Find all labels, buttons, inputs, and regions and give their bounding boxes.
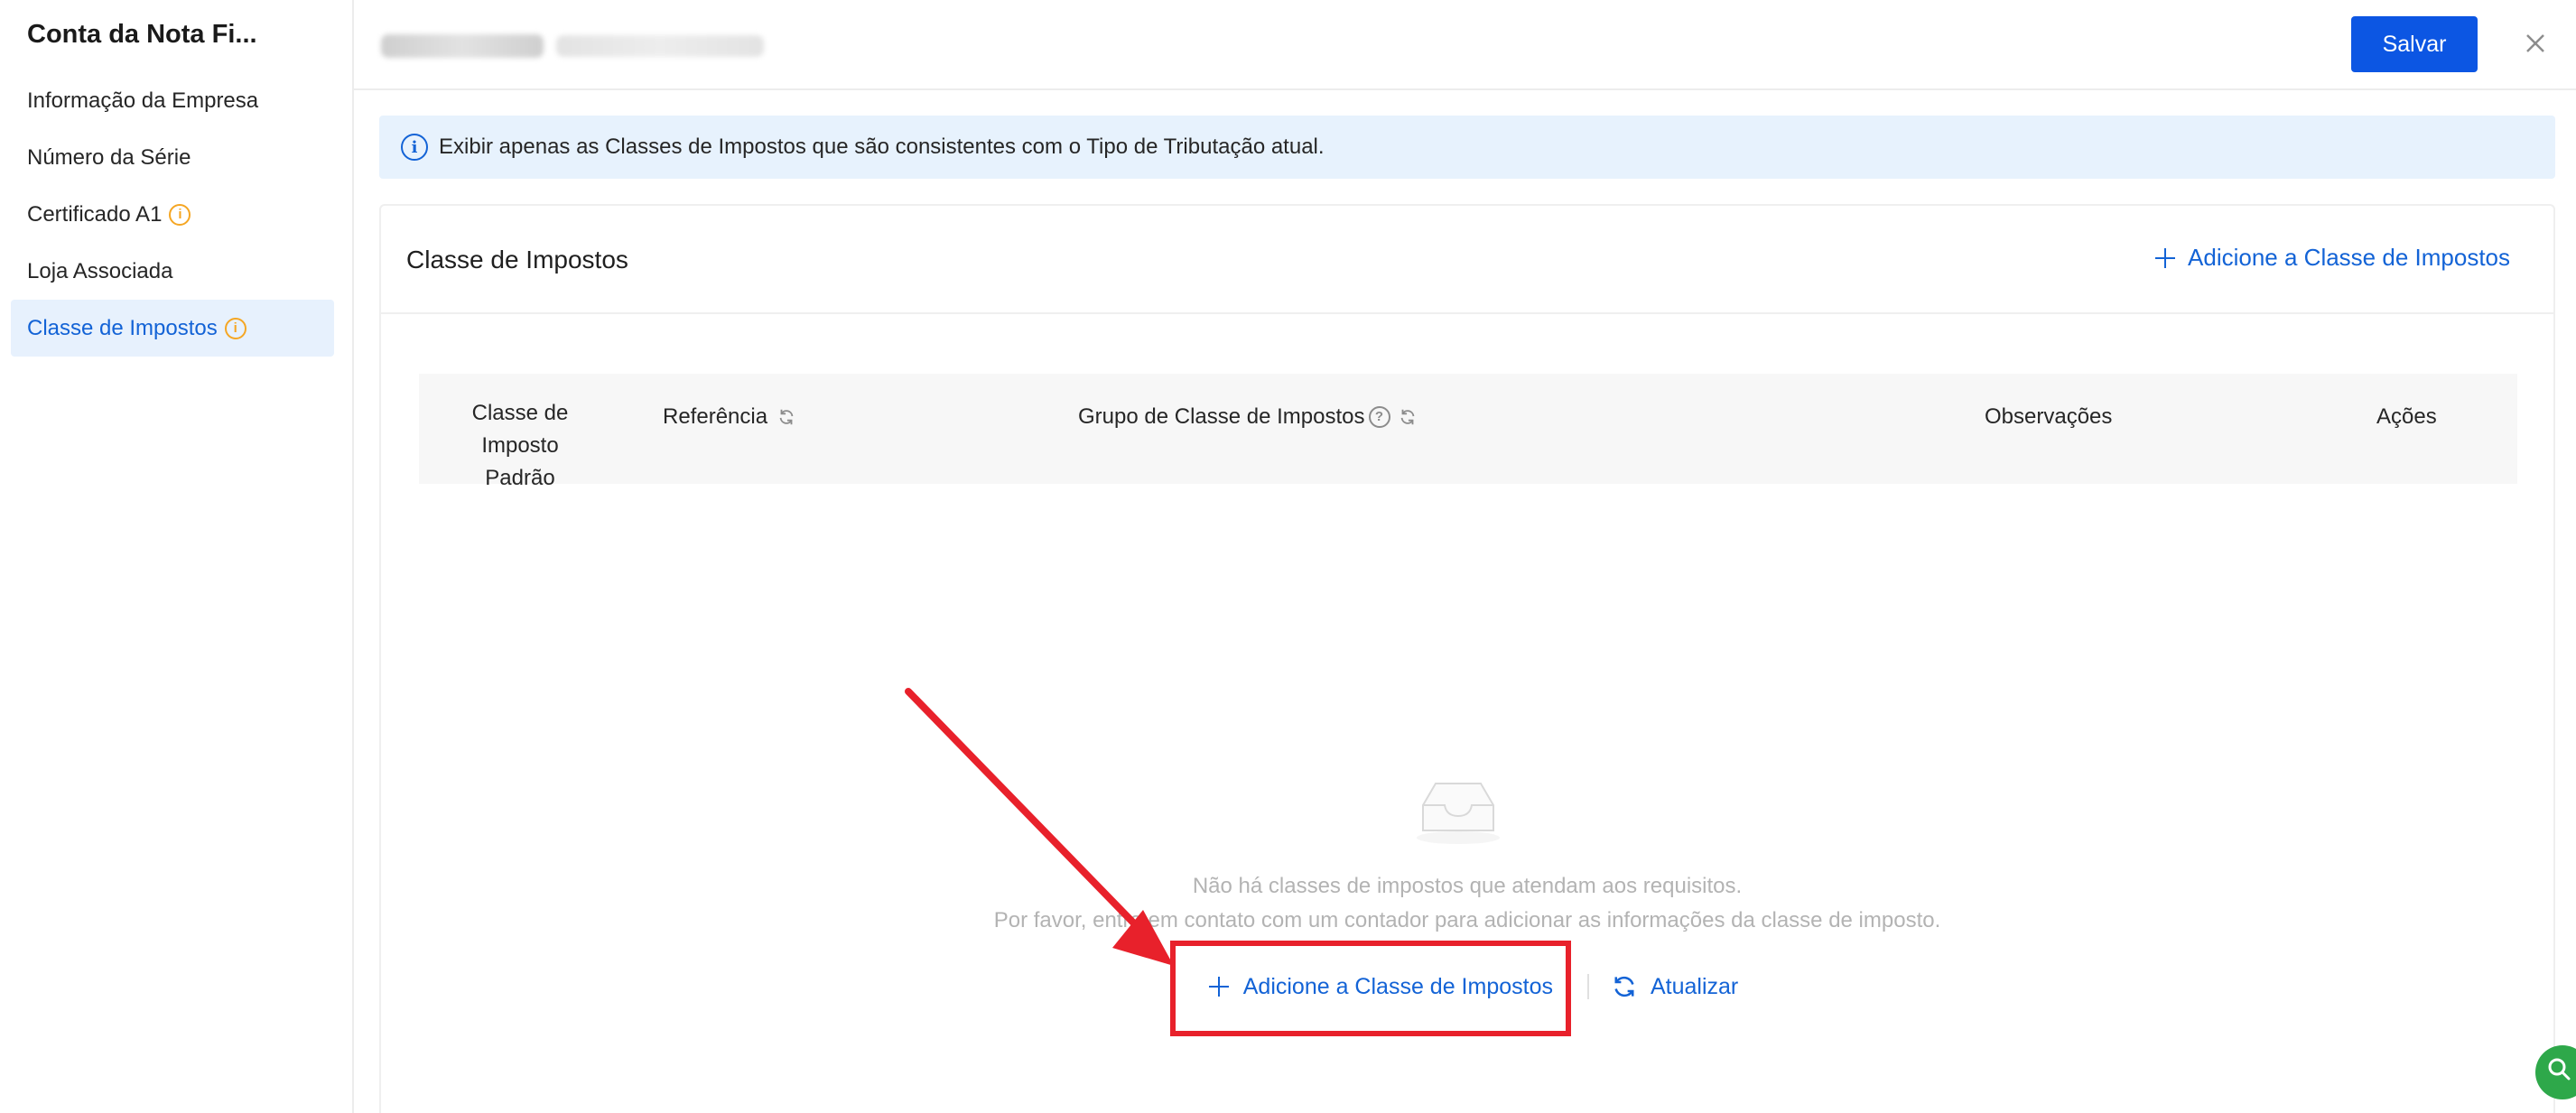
sidebar-item-company-info[interactable]: Informação da Empresa xyxy=(11,72,334,129)
add-tax-class-link[interactable]: Adicione a Classe de Impostos xyxy=(2155,244,2510,272)
plus-icon xyxy=(2155,247,2176,268)
help-icon[interactable]: ? xyxy=(1368,406,1390,428)
empty-hint: Por favor, entre em contato com um conta… xyxy=(993,908,1941,932)
info-icon: i xyxy=(401,134,428,161)
sidebar-item-label: Certificado A1 xyxy=(27,201,163,227)
card-title: Classe de Impostos xyxy=(406,246,628,274)
card-header: Classe de Impostos Adicione a Classe de … xyxy=(381,206,2553,314)
sidebar-item-series-number[interactable]: Número da Série xyxy=(11,129,334,186)
column-header-actions: Ações xyxy=(2376,401,2437,433)
column-header-label: Classe de Imposto xyxy=(471,401,569,458)
sidebar-item-label: Informação da Empresa xyxy=(27,88,259,113)
refresh-icon xyxy=(1614,976,1634,997)
column-header-label: Grupo de Classe de Impostos xyxy=(1078,404,1365,429)
empty-inbox-icon xyxy=(1417,783,1500,844)
search-icon xyxy=(2548,1058,2571,1081)
info-banner-text: Exibir apenas as Classes de Impostos que… xyxy=(439,134,1325,159)
sidebar-item-associated-store[interactable]: Loja Associada xyxy=(11,243,334,300)
column-header-default: Classe de Imposto Padrão xyxy=(439,397,601,495)
redacted-text xyxy=(381,34,544,58)
sidebar-title: Conta da Nota Fi... xyxy=(27,20,257,49)
save-button[interactable]: Salvar xyxy=(2351,16,2478,72)
sidebar-item-label: Loja Associada xyxy=(27,258,173,283)
column-header-reference: Referência xyxy=(663,401,796,433)
warning-icon: i xyxy=(169,203,191,226)
empty-message: Não há classes de impostos que atendam a… xyxy=(1192,874,1743,898)
column-header-label: Referência xyxy=(663,404,768,429)
sidebar: Conta da Nota Fi... Informação da Empres… xyxy=(0,0,354,1113)
refresh-label: Atualizar xyxy=(1650,973,1739,999)
table-header: Classe de Imposto Padrão Referência Grup… xyxy=(419,374,2517,490)
sidebar-item-label: Número da Série xyxy=(27,144,191,170)
column-header-label: Padrão xyxy=(485,466,555,490)
add-tax-class-label: Adicione a Classe de Impostos xyxy=(2188,244,2510,271)
sidebar-nav: Informação da Empresa Número da Série Ce… xyxy=(11,72,334,357)
refresh-button[interactable]: Atualizar xyxy=(1611,973,1738,1000)
redacted-text xyxy=(556,35,764,57)
sidebar-item-certificate-a1[interactable]: Certificado A1 i xyxy=(11,186,334,243)
column-header-group: Grupo de Classe de Impostos ? xyxy=(1078,401,1418,433)
column-header-label: Observações xyxy=(1985,404,2113,429)
sidebar-item-label: Classe de Impostos xyxy=(27,315,218,340)
column-header-notes: Observações xyxy=(1985,401,2112,433)
refresh-icon[interactable] xyxy=(1398,407,1418,427)
close-icon[interactable] xyxy=(2519,27,2552,60)
refresh-icon[interactable] xyxy=(777,407,796,427)
column-header-label: Ações xyxy=(2376,404,2437,429)
info-banner: i Exibir apenas as Classes de Impostos q… xyxy=(379,116,2555,179)
top-bar: Salvar xyxy=(354,0,2576,90)
warning-icon: i xyxy=(224,317,246,339)
annotation-highlight-box xyxy=(1170,941,1571,1036)
divider xyxy=(1586,974,1589,999)
sidebar-item-tax-classes[interactable]: Classe de Impostos i xyxy=(11,300,334,357)
redacted-account-name xyxy=(381,31,769,60)
